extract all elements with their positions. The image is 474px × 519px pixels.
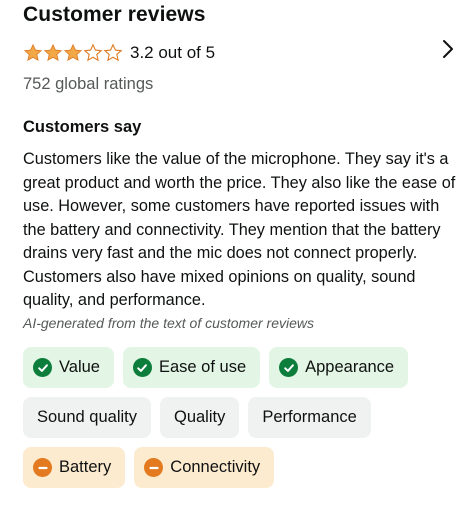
aspect-label: Connectivity — [170, 458, 261, 476]
aspect-chip-quality[interactable]: Quality — [160, 397, 240, 438]
check-circle-icon — [132, 358, 152, 377]
star-full-icon — [63, 43, 83, 61]
negative-aspects-row: Battery Connectivity — [23, 447, 275, 488]
review-summary: Customers like the value of the micropho… — [23, 150, 456, 309]
ai-generated-note: AI-generated from the text of customer r… — [23, 315, 315, 331]
positive-aspects-row: Value Ease of use Appearance — [23, 347, 409, 388]
aspect-label: Sound quality — [37, 408, 137, 426]
section-title: Customer reviews — [23, 3, 206, 26]
check-circle-icon — [279, 358, 299, 377]
check-circle-icon — [33, 358, 52, 377]
star-empty-icon — [103, 43, 123, 62]
star-empty-icon — [83, 43, 103, 62]
customers-say-heading: Customers say — [23, 118, 142, 136]
chevron-right-icon[interactable] — [439, 38, 457, 60]
minus-circle-icon — [144, 458, 164, 477]
star-rating-row[interactable]: 3.2 out of 5 — [23, 40, 215, 66]
star-full-icon — [43, 43, 63, 61]
star-rating — [23, 43, 123, 63]
aspect-label: Battery — [59, 458, 112, 476]
aspect-chip-sound-quality[interactable]: Sound quality — [23, 397, 151, 438]
mixed-aspects-row: Sound quality Quality Performance — [23, 397, 371, 438]
aspect-chip-battery[interactable]: Battery — [23, 447, 126, 488]
aspect-label: Quality — [174, 408, 226, 426]
global-ratings-count: 752 global ratings — [23, 75, 154, 93]
minus-circle-icon — [33, 458, 52, 477]
aspect-label: Ease of use — [158, 358, 247, 376]
aspect-chip-performance[interactable]: Performance — [248, 397, 371, 438]
rating-text: 3.2 out of 5 — [130, 43, 216, 62]
aspect-label: Appearance — [305, 358, 395, 376]
aspect-chip-value[interactable]: Value — [23, 347, 114, 388]
aspect-chip-appearance[interactable]: Appearance — [269, 347, 409, 388]
aspect-chip-connectivity[interactable]: Connectivity — [134, 447, 275, 488]
aspect-chip-ease-of-use[interactable]: Ease of use — [122, 347, 261, 388]
star-full-icon — [23, 43, 43, 61]
aspect-label: Performance — [262, 408, 357, 426]
aspect-label: Value — [59, 358, 100, 376]
